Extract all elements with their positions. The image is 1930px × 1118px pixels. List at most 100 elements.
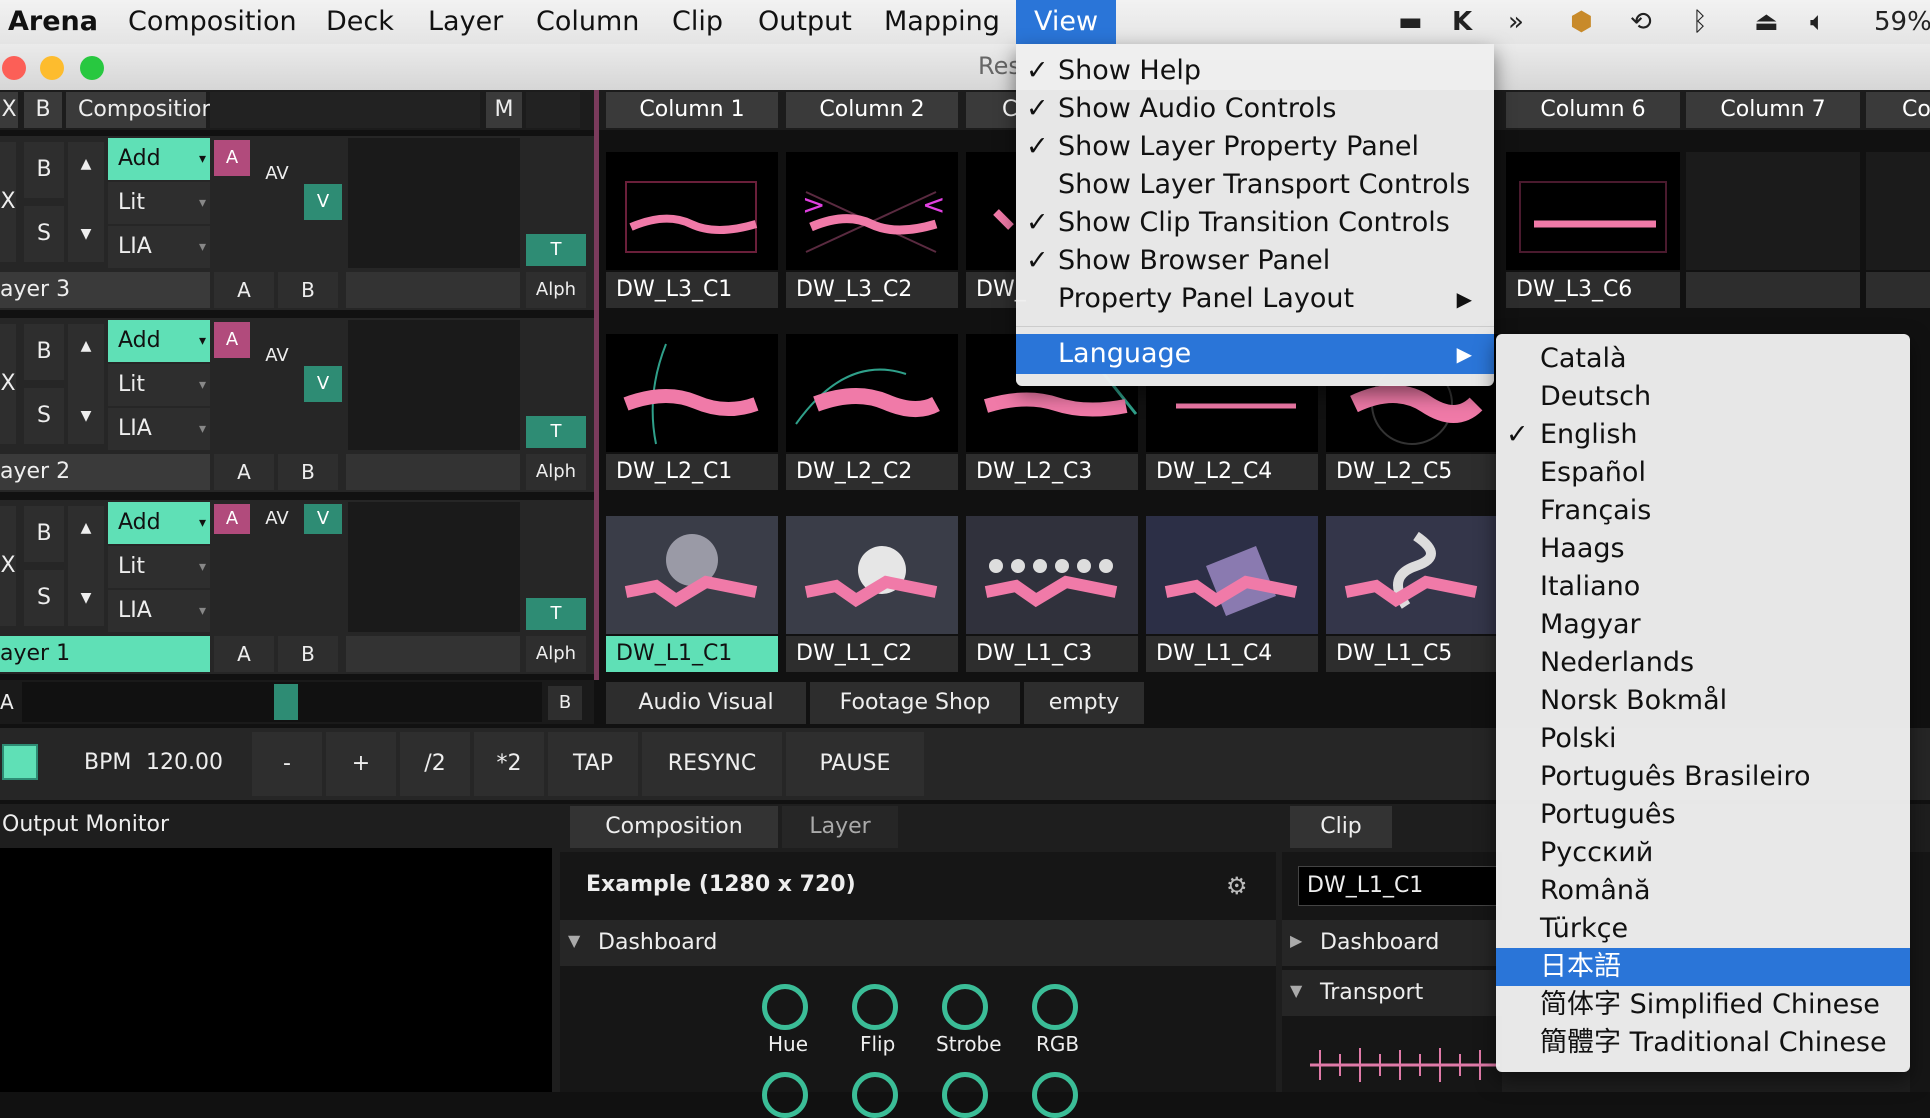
menu-mapping[interactable]: Mapping [884,0,1000,44]
x-button[interactable]: X [0,92,18,128]
layer-2-scroll[interactable]: ▲ ▼ [68,324,104,444]
menu-column[interactable]: Column [536,0,639,44]
minus-icon[interactable]: ▬ [1398,0,1423,44]
layer-1-crossfade-b[interactable]: B [278,636,338,672]
layer-1-bypass[interactable]: B [24,506,64,562]
battery-percent[interactable]: 59% [1874,0,1930,44]
layer-3-alpha[interactable]: Alph [526,272,586,308]
layer-2-x[interactable]: X [0,324,16,444]
menu-item-language[interactable]: Language ▶ [1016,334,1494,374]
layer-2-crossfade-a[interactable]: A [214,454,274,490]
hue-knob[interactable] [762,984,808,1030]
down-arrow-icon[interactable]: ▼ [68,590,104,606]
layer-2-option-lia[interactable]: LIA ▾ [108,408,210,450]
layer-2-crossfade-b[interactable]: B [278,454,338,490]
clip-thumbnail[interactable] [606,152,778,270]
bpm-decrease-button[interactable]: - [252,732,322,796]
k-app-icon[interactable]: K [1452,0,1472,44]
layer-1-option-lia[interactable]: LIA ▾ [108,590,210,632]
layer-1-transition-button[interactable]: T [526,598,586,630]
language-item-highlighted[interactable]: 日本語 [1496,948,1910,986]
bpm-half-button[interactable]: /2 [400,732,470,796]
bpm-double-button[interactable]: *2 [474,732,544,796]
clip-name-field[interactable]: DW_L1_C1 [1298,866,1498,906]
layer-1-solo[interactable]: S [24,570,64,626]
layer-2-name[interactable]: ayer 2 [0,454,210,490]
empty-clip-slot[interactable] [1866,152,1930,270]
tab-layer[interactable]: Layer [782,806,898,848]
language-item[interactable]: Deutsch [1496,378,1910,416]
crossfader-handle[interactable] [274,684,298,720]
expand-arrow-icon[interactable]: ▶ [1290,931,1302,950]
column-7-header[interactable]: Column 7 [1686,92,1860,128]
collapse-arrow-icon[interactable]: ▼ [1290,981,1302,1000]
minimize-window-icon[interactable] [40,56,64,80]
column-8-header[interactable]: Co [1866,92,1930,128]
layer-2-option-lit[interactable]: Lit ▾ [108,364,210,406]
menu-output[interactable]: Output [758,0,852,44]
eject-icon[interactable]: ⏏ [1754,0,1779,44]
column-6-header[interactable]: Column 6 [1506,92,1680,128]
clip-name-selected[interactable]: DW_L1_C1 [606,636,778,672]
layer-3-option-lia[interactable]: LIA ▾ [108,226,210,268]
menu-item-show-browser-panel[interactable]: ✓ Show Browser Panel [1016,242,1494,280]
clip-thumbnail[interactable] [786,334,958,452]
layer-3-blend-mode[interactable]: Add ▾ [108,138,210,180]
language-item[interactable]: Português Brasileiro [1496,758,1910,796]
knob-row2-4[interactable] [1032,1072,1078,1118]
clip-thumbnail[interactable] [966,516,1138,634]
clip-name[interactable]: DW_L2_C4 [1146,454,1318,490]
layer-2-a-button[interactable]: A [214,322,250,358]
master-button[interactable]: M [486,92,522,128]
clip-name[interactable]: DW_L2_C5 [1326,454,1498,490]
clip-thumbnail[interactable] [606,516,778,634]
menu-item-property-panel-layout[interactable]: Property Panel Layout ▶ [1016,280,1494,318]
layer-2-v-button[interactable]: V [304,366,342,402]
menu-item-show-clip-transition-controls[interactable]: ✓ Show Clip Transition Controls [1016,204,1494,242]
language-item[interactable]: Haags [1496,530,1910,568]
clip-name[interactable]: DW_L1_C5 [1326,636,1498,672]
zoom-window-icon[interactable] [80,56,104,80]
language-item-selected[interactable]: ✓ English [1496,416,1910,454]
clip-name[interactable]: DW_L2_C3 [966,454,1138,490]
language-item[interactable]: 簡體字 Traditional Chinese [1496,1024,1910,1062]
menu-clip[interactable]: Clip [672,0,723,44]
menu-item-show-help[interactable]: ✓ Show Help [1016,52,1494,90]
down-arrow-icon[interactable]: ▼ [68,408,104,424]
clip-thumbnail[interactable] [606,334,778,452]
layer-1-alpha[interactable]: Alph [526,636,586,672]
strobe-knob[interactable] [942,984,988,1030]
language-item[interactable]: Nederlands [1496,644,1910,682]
up-arrow-icon[interactable]: ▲ [68,338,104,354]
layer-3-transition-button[interactable]: T [526,234,586,266]
menu-deck[interactable]: Deck [326,0,394,44]
clip-thumbnail[interactable] [1506,152,1680,270]
layer-3-v-button[interactable]: V [304,184,342,220]
language-item[interactable]: Français [1496,492,1910,530]
tab-composition[interactable]: Composition [570,806,778,848]
layer-3-bypass[interactable]: B [24,142,64,198]
layer-1-scroll[interactable]: ▲ ▼ [68,506,104,626]
clip-name[interactable]: DW_L1_C4 [1146,636,1318,672]
column-3-header[interactable]: C [966,92,1017,128]
tab-clip[interactable]: Clip [1290,806,1392,848]
layer-3-crossfade-b[interactable]: B [278,272,338,308]
clip-name[interactable]: DW_L1_C3 [966,636,1138,672]
language-item[interactable]: Magyar [1496,606,1910,644]
tap-button[interactable]: TAP [548,732,638,796]
composition-name[interactable]: Composition [66,92,215,128]
layer-1-x[interactable]: X [0,506,16,626]
empty-clip-name[interactable] [1866,272,1930,308]
language-item[interactable]: Română [1496,872,1910,910]
knob-row2-2[interactable] [852,1072,898,1118]
down-arrow-icon[interactable]: ▼ [68,226,104,242]
clip-name[interactable]: DW_L3_C6 [1506,272,1680,308]
language-item[interactable]: Español [1496,454,1910,492]
layer-2-bypass[interactable]: B [24,324,64,380]
collapse-arrow-icon[interactable]: ▼ [568,931,580,950]
layer-1-name[interactable]: ayer 1 [0,636,210,672]
clip-name[interactable]: DW_L3_C2 [786,272,958,308]
language-item[interactable]: Italiano [1496,568,1910,606]
bpm-value[interactable]: 120.00 [146,750,223,775]
resync-button[interactable]: RESYNC [642,732,782,796]
